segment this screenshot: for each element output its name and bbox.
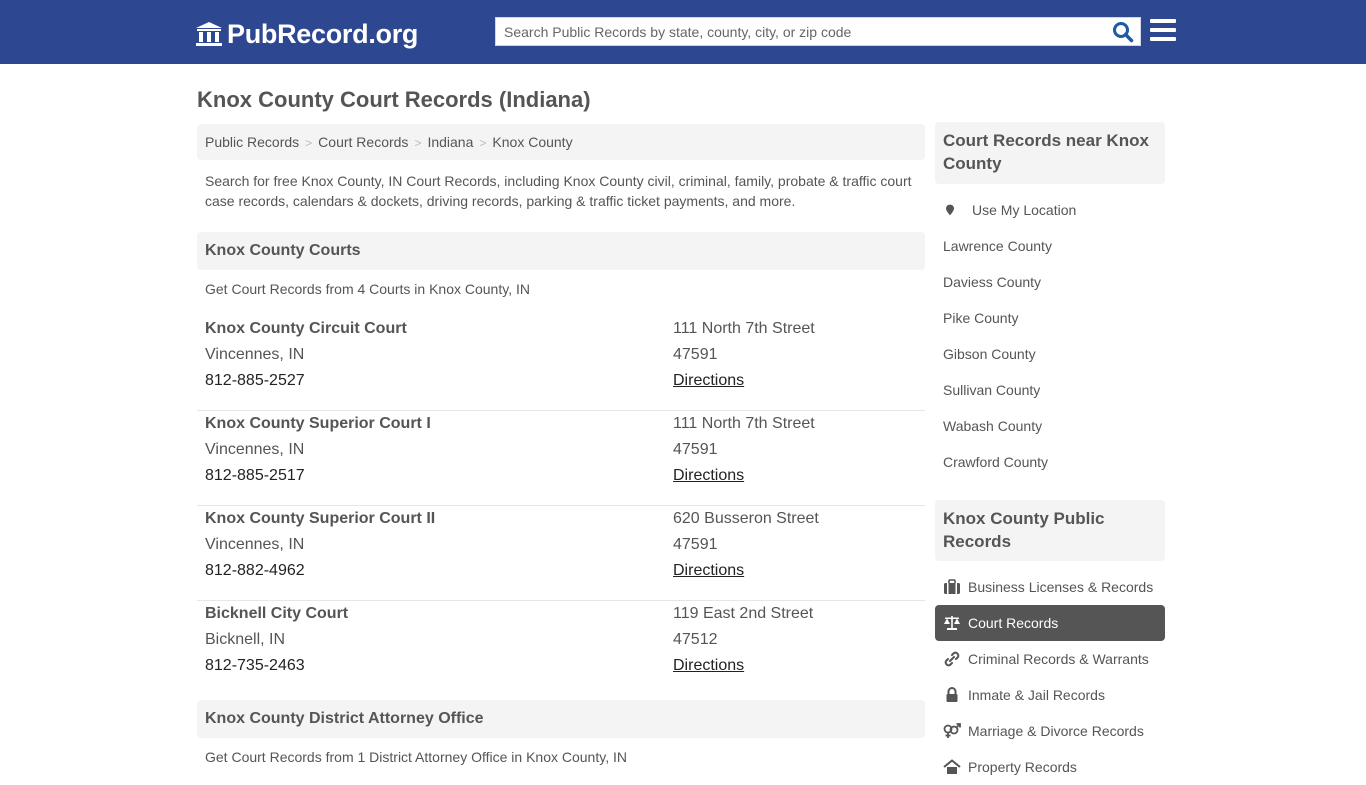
sidebar-item-label: Criminal Records & Warrants xyxy=(968,651,1149,667)
court-zip: 47591 xyxy=(673,346,718,363)
sidebar-item-marriage-divorce[interactable]: Marriage & Divorce Records xyxy=(935,713,1165,749)
public-records-heading: Knox County Public Records xyxy=(935,500,1165,561)
nearby-county-daviess[interactable]: Daviess County xyxy=(935,264,1165,300)
court-phone[interactable]: 812-882-4962 xyxy=(205,558,435,584)
search-icon[interactable] xyxy=(1112,21,1134,43)
court-name: Knox County Circuit Court xyxy=(205,320,407,337)
court-address: 620 Busseron Street xyxy=(673,510,819,527)
directions-link[interactable]: Directions xyxy=(673,562,744,579)
court-address: 119 East 2nd Street xyxy=(673,605,814,622)
da-section-heading: Knox County District Attorney Office xyxy=(197,700,925,738)
lock-icon xyxy=(946,686,958,702)
court-phone[interactable]: 812-885-2517 xyxy=(205,463,431,489)
court-name: Knox County Superior Court II xyxy=(205,510,436,527)
breadcrumb-separator: > xyxy=(414,136,422,150)
breadcrumb: Public Records > Court Records > Indiana > Kno… xyxy=(197,124,925,160)
directions-link[interactable]: Directions xyxy=(673,657,744,674)
court-listing: Bicknell City Court Bicknell, IN 812-735… xyxy=(197,601,925,696)
court-name: Bicknell City Court xyxy=(205,605,349,622)
gender-icon xyxy=(943,722,961,738)
courts-section-subtitle: Get Court Records from 4 Courts in Knox … xyxy=(205,281,530,297)
courts-section-heading: Knox County Courts xyxy=(197,232,925,270)
breadcrumb-separator: > xyxy=(305,136,313,150)
directions-link[interactable]: Directions xyxy=(673,372,744,389)
court-city: Vincennes, IN xyxy=(205,346,305,363)
nearby-county-crawford[interactable]: Crawford County xyxy=(935,444,1165,480)
nearby-county-wabash[interactable]: Wabash County xyxy=(935,408,1165,444)
breadcrumb-court-records[interactable]: Court Records xyxy=(318,134,408,150)
briefcase-icon xyxy=(944,578,960,594)
nearby-county-pike[interactable]: Pike County xyxy=(935,300,1165,336)
nearby-county-lawrence[interactable]: Lawrence County xyxy=(935,228,1165,264)
court-listing: Knox County Superior Court II Vincennes,… xyxy=(197,506,925,601)
sidebar-item-label: Business Licenses & Records xyxy=(968,579,1154,595)
brand-name: PubRecord.org xyxy=(227,18,419,49)
breadcrumb-indiana[interactable]: Indiana xyxy=(427,134,473,150)
home-icon xyxy=(943,759,961,774)
sidebar-item-label: Property Records xyxy=(968,759,1077,775)
use-my-location-label: Use My Location xyxy=(972,202,1077,218)
link-icon xyxy=(944,651,960,667)
sidebar-item-label: Marriage & Divorce Records xyxy=(968,723,1144,739)
court-address: 111 North 7th Street xyxy=(673,415,815,432)
court-listing: Knox County Superior Court I Vincennes, … xyxy=(197,411,925,506)
court-city: Vincennes, IN xyxy=(205,441,305,458)
sidebar-item-business-licenses[interactable]: Business Licenses & Records xyxy=(935,569,1165,605)
sidebar-item-criminal-records[interactable]: Criminal Records & Warrants xyxy=(935,641,1165,677)
court-city: Bicknell, IN xyxy=(205,631,286,648)
sidebar-item-inmate-records[interactable]: Inmate & Jail Records xyxy=(935,677,1165,713)
court-zip: 47591 xyxy=(673,536,718,553)
court-zip: 47512 xyxy=(673,631,718,648)
directions-link[interactable]: Directions xyxy=(673,467,744,484)
nearby-county-gibson[interactable]: Gibson County xyxy=(935,336,1165,372)
sidebar-item-property-records[interactable]: Property Records xyxy=(935,749,1165,785)
sidebar-item-label: Inmate & Jail Records xyxy=(968,687,1105,703)
breadcrumb-public-records[interactable]: Public Records xyxy=(205,134,299,150)
map-marker-icon xyxy=(946,204,954,216)
court-city: Vincennes, IN xyxy=(205,536,305,553)
search-input[interactable] xyxy=(496,18,1096,45)
sidebar-item-court-records[interactable]: Court Records xyxy=(935,605,1165,641)
search-box xyxy=(495,17,1141,46)
site-logo[interactable]: PubRecord.org xyxy=(195,18,418,50)
nearby-county-sullivan[interactable]: Sullivan County xyxy=(935,372,1165,408)
sidebar-item-label: Court Records xyxy=(968,615,1059,631)
breadcrumb-knox-county[interactable]: Knox County xyxy=(492,134,572,150)
site-header: PubRecord.org xyxy=(0,0,1366,64)
courthouse-icon xyxy=(196,22,222,46)
use-my-location-button[interactable]: Use My Location xyxy=(935,192,1165,228)
court-listing: Knox County Circuit Court Vincennes, IN … xyxy=(197,316,925,411)
court-phone[interactable]: 812-735-2463 xyxy=(205,653,348,679)
nearby-heading: Court Records near Knox County xyxy=(935,122,1165,184)
court-address: 111 North 7th Street xyxy=(673,320,815,337)
court-zip: 47591 xyxy=(673,441,718,458)
page-title: Knox County Court Records (Indiana) xyxy=(197,87,591,112)
da-section-subtitle: Get Court Records from 1 District Attorn… xyxy=(205,749,627,765)
hamburger-menu-icon[interactable] xyxy=(1150,19,1176,41)
intro-text: Search for free Knox County, IN Court Re… xyxy=(205,173,912,209)
scales-icon xyxy=(944,615,960,630)
court-phone[interactable]: 812-885-2527 xyxy=(205,368,407,394)
breadcrumb-separator: > xyxy=(479,136,487,150)
court-name: Knox County Superior Court I xyxy=(205,415,431,432)
